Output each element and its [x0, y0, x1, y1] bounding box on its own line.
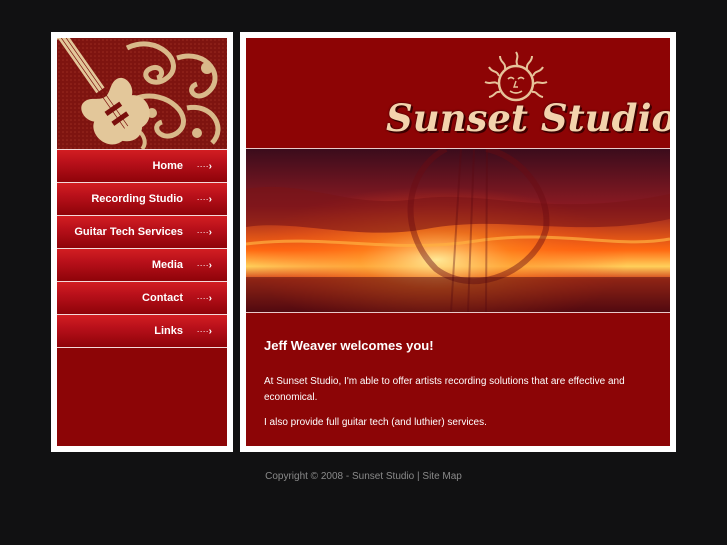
site-title: Sunset Studio — [386, 96, 670, 140]
nav-arrow-icon: ····› — [196, 293, 212, 304]
services-paragraph: I also provide full guitar tech (and lut… — [264, 417, 487, 428]
nav-arrow-icon: ····› — [196, 194, 212, 205]
nav-item-media[interactable]: Media ····› — [57, 249, 227, 282]
right-panel-inner: Sunset Studio Jeff Weaver welcomes you! … — [246, 38, 670, 446]
site-header: Sunset Studio — [246, 38, 670, 149]
nav-item-label: Links — [154, 325, 183, 337]
copyright-text: Copyright © 2008 - Sunset Studio — [265, 471, 415, 482]
nav-item-label: Recording Studio — [91, 193, 183, 205]
welcome-content: Jeff Weaver welcomes you! At Sunset Stud… — [264, 335, 654, 440]
nav-item-label: Guitar Tech Services — [74, 226, 183, 238]
nav-arrow-icon: ····› — [196, 227, 212, 238]
nav-item-links[interactable]: Links ····› — [57, 315, 227, 348]
main-nav: Home ····› Recording Studio ····› Guitar… — [57, 149, 227, 348]
nav-item-guitar-tech-services[interactable]: Guitar Tech Services ····› — [57, 216, 227, 249]
guitar-illustration-icon — [57, 38, 227, 149]
nav-item-recording-studio[interactable]: Recording Studio ····› — [57, 183, 227, 216]
nav-arrow-icon: ····› — [196, 326, 212, 337]
site-map-link[interactable]: Site Map — [422, 471, 461, 482]
welcome-paragraph: At Sunset Studio, I'm able to offer arti… — [264, 376, 625, 403]
right-panel: Sunset Studio Jeff Weaver welcomes you! … — [240, 32, 676, 452]
welcome-heading: Jeff Weaver welcomes you! — [264, 338, 434, 353]
nav-item-home[interactable]: Home ····› — [57, 149, 227, 183]
hero-sunset-image — [246, 149, 670, 313]
nav-item-contact[interactable]: Contact ····› — [57, 282, 227, 315]
left-panel: Home ····› Recording Studio ····› Guitar… — [51, 32, 233, 452]
guitar-artwork — [57, 38, 227, 149]
left-panel-inner: Home ····› Recording Studio ····› Guitar… — [57, 38, 227, 446]
footer: Copyright © 2008 - Sunset Studio | Site … — [0, 470, 727, 484]
nav-item-label: Home — [152, 160, 183, 172]
nav-item-label: Media — [151, 259, 183, 271]
nav-item-label: Contact — [142, 292, 183, 304]
sunset-landscape-icon — [246, 149, 670, 312]
nav-arrow-icon: ····› — [196, 260, 212, 271]
footer-separator: | — [417, 471, 420, 482]
nav-arrow-icon: ····› — [196, 161, 212, 172]
